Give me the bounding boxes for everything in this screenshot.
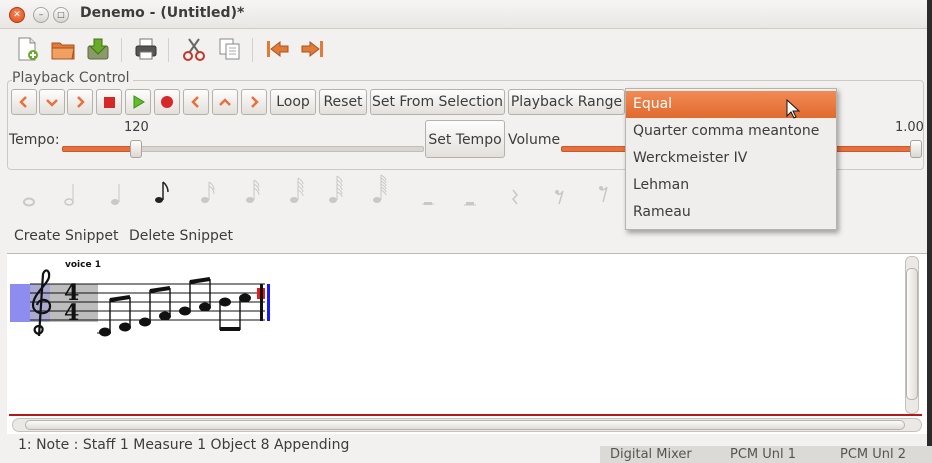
sixteenth-rest-icon[interactable] <box>592 172 612 212</box>
tempo-slider-knob[interactable] <box>130 140 142 158</box>
rewind-button[interactable] <box>11 89 37 115</box>
hundred-twenty-eighth-note-icon[interactable] <box>326 172 346 212</box>
whole-rest-icon[interactable] <box>418 172 438 212</box>
go-to-start-icon[interactable] <box>264 36 290 62</box>
temperament-option-equal[interactable]: Equal <box>626 91 836 118</box>
voice-label: voice 1 <box>65 260 101 270</box>
background-window-strip: Digital Mixer PCM Unl 1 PCM Unl 2 <box>600 446 932 463</box>
temperament-option-quarter-comma[interactable]: Quarter comma meantone <box>626 118 836 145</box>
close-icon: ✕ <box>13 10 21 20</box>
go-to-end-icon[interactable] <box>300 36 326 62</box>
temperament-option-lehman[interactable]: Lehman <box>626 172 836 199</box>
sixteenth-note-icon[interactable] <box>198 172 218 212</box>
half-rest-icon[interactable] <box>460 172 480 212</box>
down-icon <box>46 99 58 107</box>
loop-button[interactable]: Loop <box>270 89 316 115</box>
time-signature-bottom: 4 <box>64 300 80 326</box>
record-icon <box>161 96 173 108</box>
horizontal-scrollbar[interactable] <box>12 418 922 432</box>
tempo-value: 120 <box>124 120 149 135</box>
create-snippet-button[interactable]: Create Snippet <box>14 228 119 244</box>
status-bar-text: 1: Note : Staff 1 Measure 1 Object 8 App… <box>18 437 350 453</box>
two-hundred-fifty-sixth-note-icon[interactable] <box>370 172 390 212</box>
playback-control-label: Playback Control <box>12 70 133 86</box>
background-item-digital-mixer: Digital Mixer <box>610 447 692 462</box>
temperament-option-rameau[interactable]: Rameau <box>626 199 836 226</box>
new-file-icon[interactable] <box>14 36 40 62</box>
vertical-scroll-thumb[interactable] <box>906 268 918 400</box>
note-palette <box>10 172 620 214</box>
score-canvas[interactable]: voice 1 4 4 <box>7 253 927 434</box>
mouse-pointer-icon <box>786 99 800 119</box>
record-button[interactable] <box>154 89 180 115</box>
barline-thin <box>260 284 263 321</box>
open-folder-icon[interactable] <box>50 36 76 62</box>
title-bar: ✕ – □ Denemo - (Untitled)* <box>0 0 927 29</box>
down-button[interactable] <box>39 89 65 115</box>
vertical-scrollbar[interactable] <box>902 256 922 416</box>
temperament-option-werckmeister[interactable]: Werckmeister IV <box>626 145 836 172</box>
rewind-icon <box>19 96 27 108</box>
maximize-window-button[interactable]: □ <box>53 7 69 23</box>
up-icon <box>219 98 231 106</box>
play-button[interactable] <box>125 89 151 115</box>
desktop-edge <box>927 0 932 463</box>
staff-left-marker <box>10 284 30 322</box>
window-title: Denemo - (Untitled)* <box>80 5 245 21</box>
score-bottom-line <box>9 414 922 416</box>
delete-snippet-button[interactable]: Delete Snippet <box>129 228 233 244</box>
half-note-icon[interactable] <box>62 172 82 212</box>
volume-label: Volume <box>508 132 561 148</box>
forward-button[interactable] <box>67 89 93 115</box>
set-tempo-button[interactable]: Set Tempo <box>425 120 505 158</box>
play-icon <box>133 95 145 109</box>
barline-blue <box>267 284 270 321</box>
quarter-note-icon[interactable] <box>108 172 128 212</box>
playback-range-button[interactable]: Playback Range <box>508 89 625 115</box>
horizontal-scroll-thumb[interactable] <box>25 420 905 430</box>
minimize-window-button[interactable]: – <box>33 7 49 23</box>
tempo-label: Tempo: <box>9 132 60 148</box>
cut-icon[interactable] <box>181 36 207 62</box>
save-icon[interactable] <box>85 36 111 62</box>
tempo-slider-fill <box>62 146 134 152</box>
background-item-pcm-1: PCM Unl 1 <box>730 447 797 462</box>
next-icon <box>251 96 259 108</box>
note-stems <box>109 279 241 331</box>
copy-icon[interactable] <box>217 36 243 62</box>
close-window-button[interactable]: ✕ <box>9 7 25 23</box>
set-from-selection-button[interactable]: Set From Selection <box>370 89 505 115</box>
reset-button[interactable]: Reset <box>319 89 367 115</box>
thirty-second-note-icon[interactable] <box>243 172 263 212</box>
previous-icon <box>191 96 199 108</box>
volume-slider-knob[interactable] <box>910 140 922 158</box>
volume-value: 1.00 <box>895 120 924 135</box>
stop-icon <box>104 97 115 108</box>
print-icon[interactable] <box>133 36 159 62</box>
eighth-note-icon[interactable] <box>152 172 172 212</box>
minimize-icon: – <box>38 10 44 20</box>
up-button[interactable] <box>212 89 238 115</box>
previous-button[interactable] <box>183 89 209 115</box>
denemo-window: ✕ – □ Denemo - (Untitled)* Playback Cont… <box>0 0 927 463</box>
quarter-rest-icon[interactable] <box>505 172 525 212</box>
whole-note-icon[interactable] <box>20 172 40 212</box>
stop-button[interactable] <box>96 89 122 115</box>
temperament-dropdown-menu: Equal Quarter comma meantone Werckmeiste… <box>625 88 837 230</box>
main-toolbar <box>0 30 927 70</box>
sixty-fourth-note-icon[interactable] <box>287 172 307 212</box>
next-button[interactable] <box>241 89 267 115</box>
staff-drawing <box>10 269 270 337</box>
maximize-icon: □ <box>57 10 65 19</box>
forward-icon <box>77 96 85 108</box>
background-item-pcm-2: PCM Unl 2 <box>840 447 907 462</box>
eighth-rest-icon[interactable] <box>550 172 570 212</box>
